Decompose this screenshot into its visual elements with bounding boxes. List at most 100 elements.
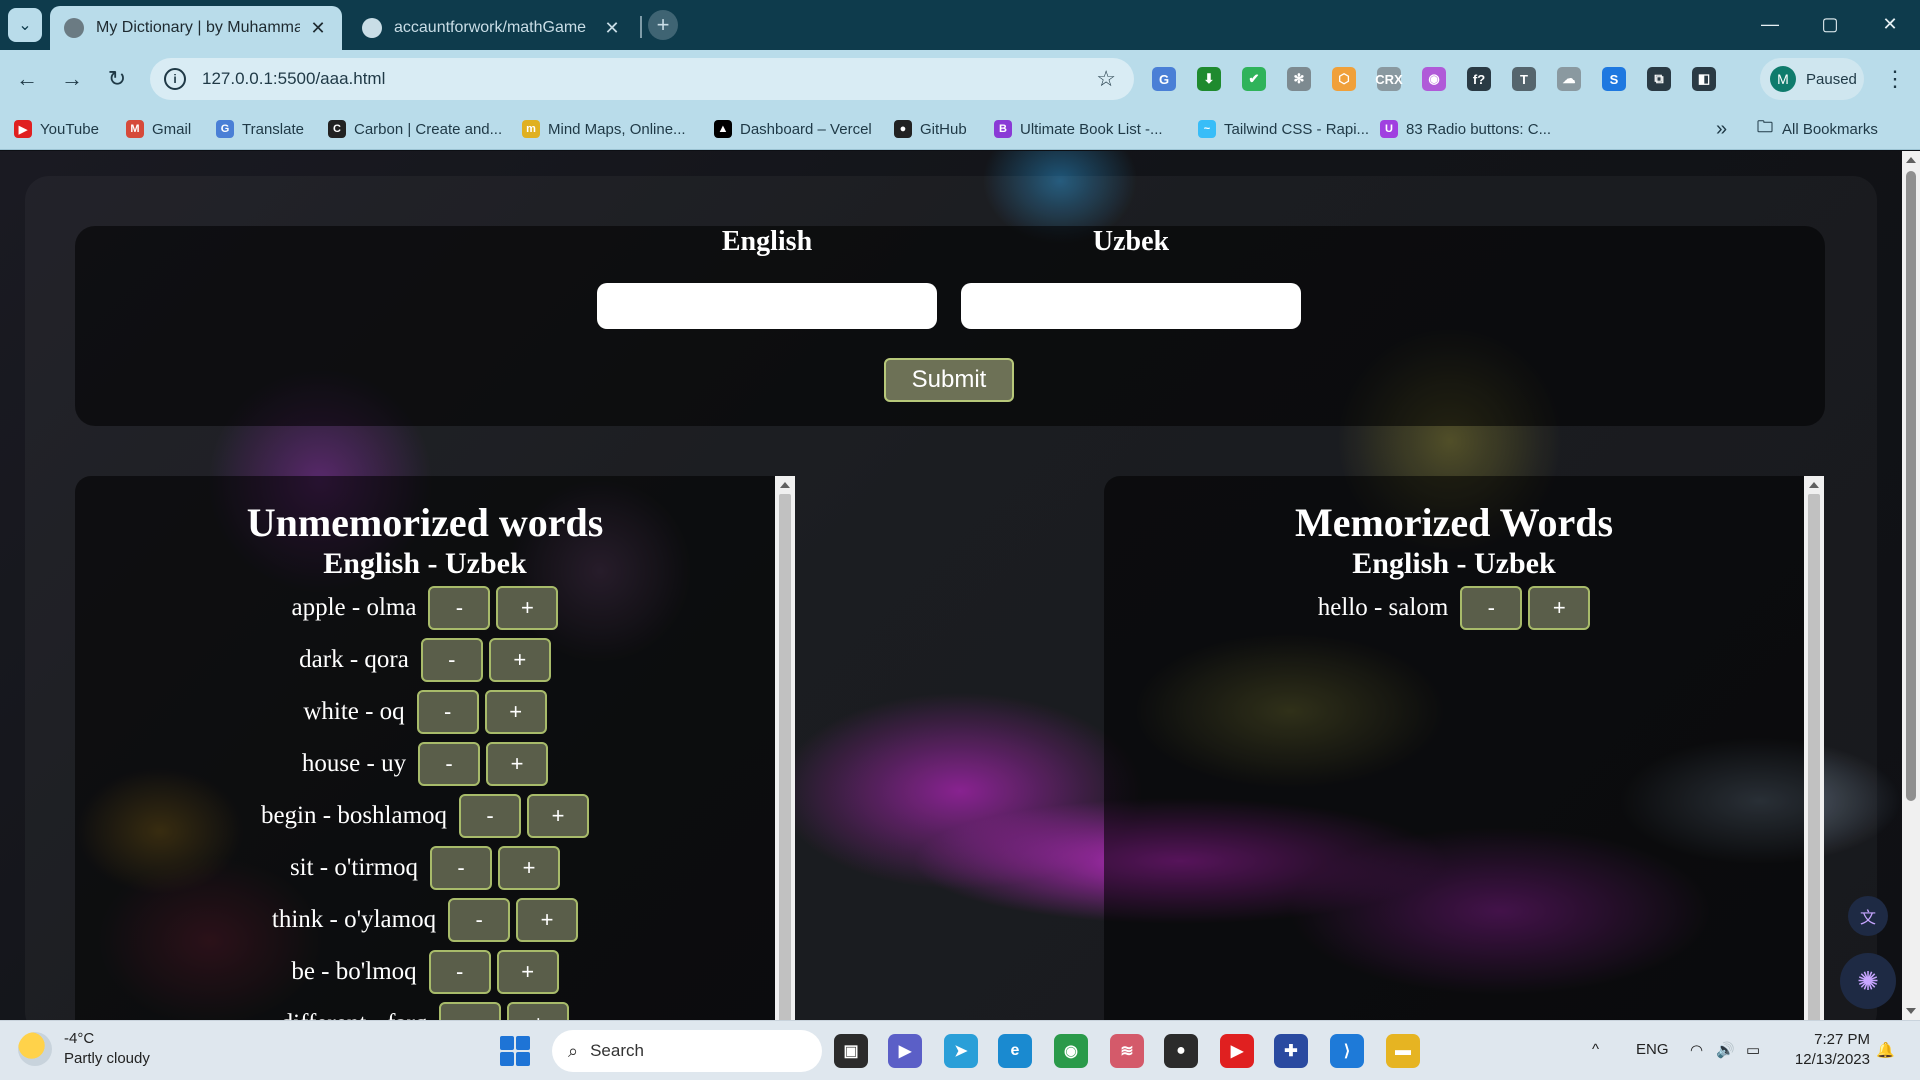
page-scrollbar[interactable] — [1902, 151, 1920, 1020]
move-down-button[interactable]: - — [1460, 586, 1523, 630]
taskbar-search[interactable]: ⌕ Search — [552, 1030, 822, 1072]
move-up-button[interactable]: + — [486, 742, 549, 786]
move-up-button[interactable]: + — [488, 638, 551, 682]
minimize-button[interactable]: — — [1740, 6, 1800, 42]
move-down-button[interactable]: - — [418, 742, 481, 786]
move-down-button[interactable]: - — [420, 638, 483, 682]
flag-app-icon[interactable]: ✚ — [1274, 1034, 1308, 1068]
move-up-button[interactable]: + — [1528, 586, 1591, 630]
move-down-button[interactable]: - — [428, 950, 491, 994]
battery-icon[interactable]: ▭ — [1746, 1041, 1760, 1059]
move-down-button[interactable]: - — [448, 898, 511, 942]
move-down-button[interactable]: - — [459, 794, 522, 838]
crx-icon[interactable]: CRX — [1375, 67, 1403, 91]
profile-button[interactable]: M Paused — [1760, 58, 1864, 100]
scroll-thumb[interactable] — [1906, 171, 1916, 801]
obs-icon[interactable]: ● — [1164, 1034, 1198, 1068]
close-tab-icon[interactable]: ✕ — [602, 18, 622, 39]
close-window-button[interactable]: ✕ — [1860, 6, 1920, 42]
system-clock[interactable]: 7:27 PM 12/13/2023 — [1780, 1030, 1870, 1070]
scroll-up-icon[interactable] — [780, 482, 790, 488]
language-indicator[interactable]: ENG — [1636, 1041, 1669, 1058]
teams-icon[interactable]: ▶ — [888, 1034, 922, 1068]
more-bookmarks-icon[interactable]: » — [1716, 116, 1727, 142]
move-up-button[interactable]: + — [496, 586, 559, 630]
submit-button[interactable]: Submit — [884, 358, 1014, 402]
bookmark-item[interactable]: ▲ Dashboard – Vercel — [714, 116, 872, 142]
telegram-icon[interactable]: ➤ — [944, 1034, 978, 1068]
scroll-up-icon[interactable] — [1906, 157, 1916, 163]
text-t-icon[interactable]: T — [1512, 67, 1536, 91]
weather-widget[interactable]: -4°C Partly cloudy — [18, 1029, 150, 1069]
move-up-button[interactable]: + — [496, 950, 559, 994]
tray-chevron-icon[interactable]: ^ — [1592, 1041, 1599, 1058]
memorized-panel[interactable]: Memorized Words English - Uzbek hello - … — [1104, 476, 1824, 1020]
vscode-icon[interactable]: ⟩ — [1330, 1034, 1364, 1068]
bookmark-item[interactable]: m Mind Maps, Online... — [522, 116, 686, 142]
move-down-button[interactable]: - — [416, 690, 479, 734]
notification-bell-icon[interactable]: 🔔 — [1876, 1041, 1895, 1059]
stack-app-icon[interactable]: ≋ — [1110, 1034, 1144, 1068]
move-up-button[interactable]: + — [516, 898, 579, 942]
tab-mathgame[interactable]: accauntforwork/mathGame ✕ — [348, 6, 636, 50]
bookmark-star-icon[interactable]: ☆ — [1096, 66, 1116, 92]
puzzle-extensions-icon[interactable]: ⧉ — [1647, 67, 1671, 91]
scroll-thumb[interactable] — [1808, 494, 1820, 1020]
browser-menu-icon[interactable]: ⋮ — [1880, 62, 1910, 96]
move-up-button[interactable]: + — [527, 794, 590, 838]
all-bookmarks-button[interactable]: 🗀 All Bookmarks — [1756, 116, 1878, 142]
site-info-icon[interactable]: i — [164, 68, 186, 90]
new-tab-button[interactable]: + — [648, 10, 678, 40]
uzbek-input[interactable] — [961, 283, 1301, 329]
volume-icon[interactable]: 🔊 — [1716, 1041, 1735, 1059]
wifi-icon[interactable]: ◠ — [1690, 1041, 1703, 1059]
close-tab-icon[interactable]: ✕ — [308, 18, 328, 39]
move-down-button[interactable]: - — [430, 846, 493, 890]
url-text[interactable]: 127.0.0.1:5500/aaa.html — [202, 69, 1096, 89]
forward-button[interactable]: → — [55, 62, 89, 96]
side-panel-icon[interactable]: ◧ — [1692, 67, 1716, 91]
youtube-app-icon[interactable]: ▶ — [1220, 1034, 1254, 1068]
scroll-down-icon[interactable] — [1906, 1008, 1916, 1014]
memorized-scrollbar[interactable] — [1804, 476, 1824, 1020]
back-button[interactable]: ← — [10, 62, 44, 96]
move-down-button[interactable]: - — [428, 586, 491, 630]
bookmark-item[interactable]: B Ultimate Book List -... — [994, 116, 1163, 142]
hexagon-extension-icon[interactable]: ⬡ — [1332, 67, 1356, 91]
maximize-button[interactable]: ▢ — [1800, 6, 1860, 42]
translate-widget-icon[interactable]: 文 — [1848, 896, 1888, 936]
gear-extension-icon[interactable]: ✻ — [1287, 67, 1311, 91]
bookmark-item[interactable]: U 83 Radio buttons: C... — [1380, 116, 1551, 142]
move-up-button[interactable]: + — [507, 1002, 570, 1020]
bookmark-item[interactable]: M Gmail — [126, 116, 191, 142]
color-wheel-icon[interactable]: ◉ — [1422, 67, 1446, 91]
google-translate-icon[interactable]: G — [1152, 67, 1176, 91]
brain-ai-icon[interactable]: ✺ — [1840, 953, 1896, 1009]
shazam-icon[interactable]: S — [1602, 67, 1626, 91]
reload-button[interactable]: ↻ — [100, 62, 134, 96]
tab-my-dictionary[interactable]: My Dictionary | by Muhammad ✕ — [50, 6, 342, 50]
bookmark-item[interactable]: C Carbon | Create and... — [328, 116, 502, 142]
bookmark-item[interactable]: ● GitHub — [894, 116, 967, 142]
bookmark-item[interactable]: ▶ YouTube — [14, 116, 99, 142]
file-explorer-icon[interactable]: ▬ — [1386, 1034, 1420, 1068]
scroll-thumb[interactable] — [779, 494, 791, 1020]
unmemorized-panel[interactable]: Unmemorized words English - Uzbek apple … — [75, 476, 795, 1020]
chrome-icon[interactable]: ◉ — [1054, 1034, 1088, 1068]
tab-search-icon[interactable]: ⌄ — [8, 8, 42, 42]
cloud-extension-icon[interactable]: ☁ — [1557, 67, 1581, 91]
bookmark-item[interactable]: G Translate — [216, 116, 304, 142]
unmemorized-scrollbar[interactable] — [775, 476, 795, 1020]
bookmark-item[interactable]: ~ Tailwind CSS - Rapi... — [1198, 116, 1369, 142]
shield-check-icon[interactable]: ✔ — [1242, 67, 1266, 91]
move-down-button[interactable]: - — [439, 1002, 502, 1020]
move-up-button[interactable]: + — [484, 690, 547, 734]
scroll-up-icon[interactable] — [1809, 482, 1819, 488]
edge-icon[interactable]: e — [998, 1034, 1032, 1068]
download-icon[interactable]: ⬇ — [1197, 67, 1221, 91]
formula-icon[interactable]: f? — [1467, 67, 1491, 91]
move-up-button[interactable]: + — [498, 846, 561, 890]
address-bar[interactable]: i 127.0.0.1:5500/aaa.html ☆ — [150, 58, 1134, 100]
english-input[interactable] — [597, 283, 937, 329]
task-view-icon[interactable]: ▣ — [834, 1034, 868, 1068]
